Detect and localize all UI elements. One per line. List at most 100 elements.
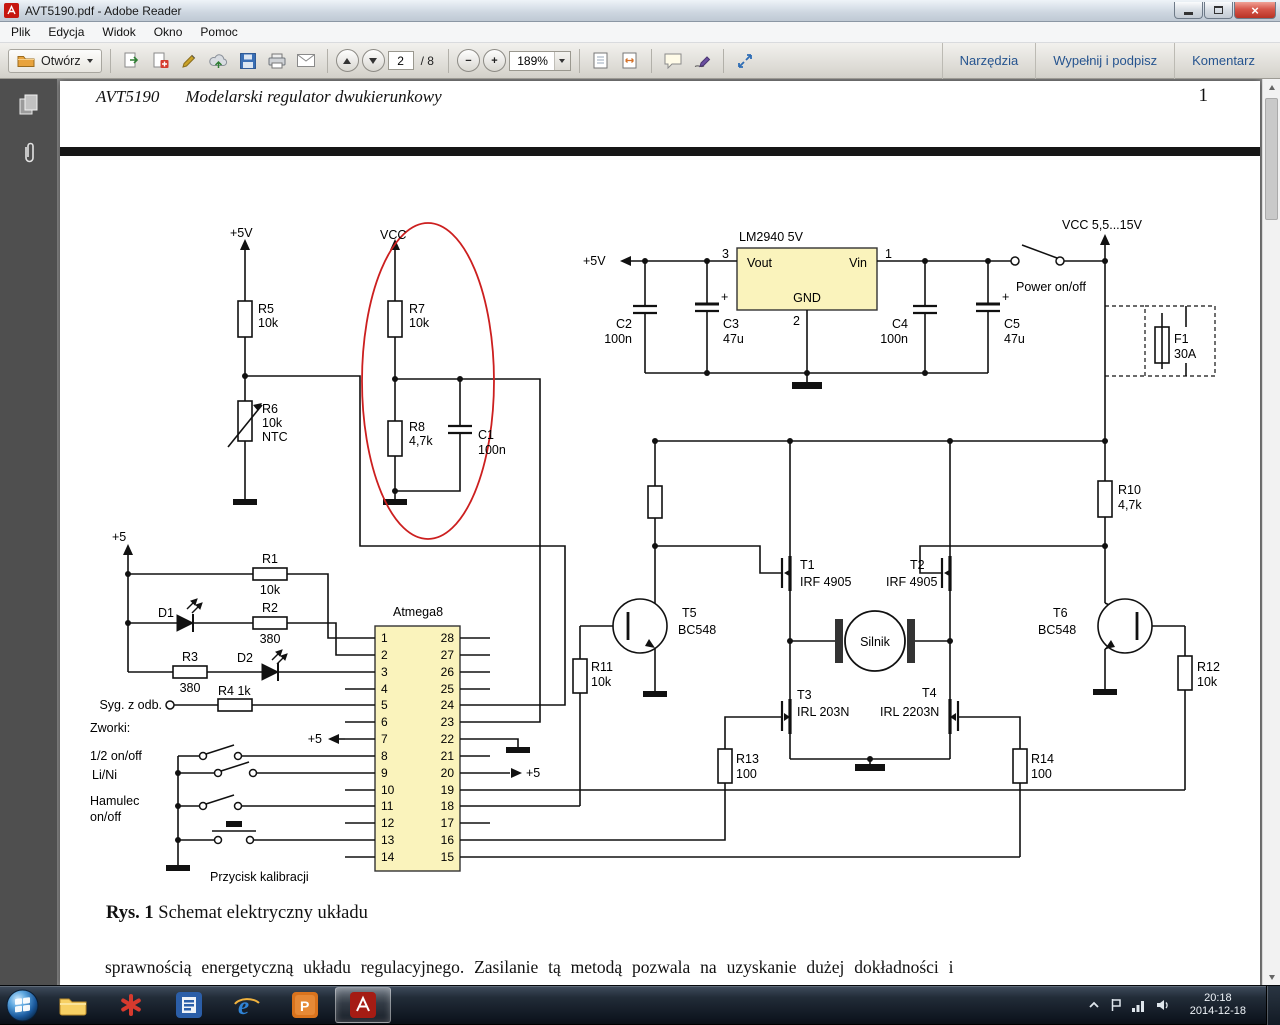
fit-page-button[interactable] <box>588 48 614 74</box>
fit-page-icon <box>593 52 608 69</box>
taskbar-clock[interactable]: 20:18 2014-12-18 <box>1180 992 1256 1018</box>
svg-text:Zworki:: Zworki: <box>90 721 130 735</box>
comment-tool-button[interactable] <box>660 48 686 74</box>
menu-widok[interactable]: Widok <box>93 23 144 41</box>
svg-text:R7: R7 <box>409 302 425 316</box>
taskbar-ie-button[interactable]: e <box>219 987 275 1023</box>
svg-text:13: 13 <box>381 833 395 847</box>
svg-text:25: 25 <box>441 682 455 696</box>
jumper-lini <box>213 768 223 778</box>
stamp-button[interactable] <box>177 48 203 74</box>
zoom-caret-button[interactable] <box>553 51 570 70</box>
fill-sign-pane-button[interactable]: Wypełnij i podpisz <box>1035 42 1174 79</box>
transistor-t5 <box>612 598 668 654</box>
svg-text:30A: 30A <box>1174 347 1197 361</box>
svg-text:4,7k: 4,7k <box>409 434 433 448</box>
led-d2 <box>261 663 280 681</box>
separator <box>326 48 328 73</box>
resistor-r4 <box>217 698 253 712</box>
show-hidden-icons-button[interactable] <box>1088 1000 1100 1010</box>
title-bar[interactable]: AVT5190.pdf - Adobe Reader × <box>0 0 1280 22</box>
maximize-button[interactable] <box>1204 2 1233 19</box>
minimize-button[interactable] <box>1174 2 1203 19</box>
svg-text:C2: C2 <box>616 317 632 331</box>
scroll-up-button[interactable] <box>1263 79 1280 96</box>
close-icon: × <box>1251 2 1259 18</box>
svg-text:9: 9 <box>381 766 388 780</box>
main-area: AVT5190 Modelarski regulator dwukierunkow… <box>0 79 1280 986</box>
start-button[interactable] <box>0 986 44 1025</box>
speech-bubble-icon <box>664 53 682 69</box>
action-center-button[interactable] <box>1110 998 1122 1012</box>
clock-date: 2014-12-18 <box>1189 1005 1246 1017</box>
zoom-value: 189% <box>517 53 548 68</box>
app-icon[interactable] <box>4 3 19 18</box>
scroll-down-button[interactable] <box>1263 969 1280 986</box>
adobe-reader-icon <box>350 992 376 1018</box>
save-button[interactable] <box>235 48 261 74</box>
svg-text:47u: 47u <box>1004 332 1025 346</box>
email-button[interactable] <box>293 48 319 74</box>
comment-pane-button[interactable]: Komentarz <box>1174 42 1272 79</box>
chevron-down-icon <box>559 58 566 63</box>
page-thumbnails-button[interactable] <box>13 89 45 121</box>
tools-pane-button[interactable]: Narzędzia <box>941 42 1036 79</box>
attachments-button[interactable] <box>13 137 45 169</box>
cloud-upload-icon <box>209 53 228 68</box>
menu-pomoc[interactable]: Pomoc <box>191 23 246 41</box>
svg-text:10k: 10k <box>258 316 279 330</box>
svg-text:GND: GND <box>793 291 821 305</box>
article-code: AVT5190 <box>96 87 160 106</box>
menu-okno[interactable]: Okno <box>145 23 192 41</box>
svg-text:1: 1 <box>381 631 388 645</box>
scrollbar-track[interactable] <box>1263 222 1280 969</box>
network-button[interactable] <box>1131 999 1146 1012</box>
separator <box>109 48 111 73</box>
blue-document-icon <box>176 992 202 1018</box>
svg-text:100: 100 <box>1031 767 1052 781</box>
svg-text:100n: 100n <box>880 332 908 346</box>
svg-text:T3: T3 <box>797 688 812 702</box>
svg-text:3: 3 <box>381 665 388 679</box>
taskbar-app5-button[interactable]: P <box>277 987 333 1023</box>
svg-text:10k: 10k <box>409 316 430 330</box>
sign-tool-button[interactable] <box>689 48 715 74</box>
export-pdf-button[interactable] <box>119 48 145 74</box>
taskbar-explorer-button[interactable] <box>45 987 101 1023</box>
document-area[interactable]: AVT5190 Modelarski regulator dwukierunkow… <box>57 79 1262 986</box>
previous-page-button[interactable] <box>335 49 359 72</box>
svg-text:12: 12 <box>381 816 395 830</box>
document-add-icon <box>153 52 169 68</box>
volume-button[interactable] <box>1156 999 1170 1011</box>
vertical-scrollbar[interactable] <box>1262 79 1280 986</box>
print-button[interactable] <box>264 48 290 74</box>
open-button[interactable]: Otwórz <box>8 48 102 73</box>
create-pdf-button[interactable] <box>148 48 174 74</box>
taskbar-app3-button[interactable] <box>161 987 217 1023</box>
send-file-button[interactable] <box>206 48 232 74</box>
svg-text:T4: T4 <box>922 686 937 700</box>
zoom-select[interactable]: 189% <box>508 50 571 71</box>
next-page-button[interactable] <box>361 49 385 72</box>
fit-width-button[interactable] <box>617 48 643 74</box>
svg-text:T2: T2 <box>910 558 925 572</box>
show-desktop-button[interactable] <box>1266 985 1280 1025</box>
zoom-out-button[interactable]: − <box>456 49 480 72</box>
system-tray: 20:18 2014-12-18 <box>1088 985 1280 1025</box>
scrollbar-thumb[interactable] <box>1265 98 1278 220</box>
svg-text:R12: R12 <box>1197 660 1220 674</box>
svg-text:Vin: Vin <box>849 256 867 270</box>
svg-text:4,7k: 4,7k <box>1118 498 1142 512</box>
page-number-input[interactable] <box>387 51 414 70</box>
menu-plik[interactable]: Plik <box>2 23 39 41</box>
reading-mode-button[interactable] <box>732 48 758 74</box>
page-thumbnails-icon <box>19 94 37 115</box>
close-button[interactable]: × <box>1234 2 1276 19</box>
maximize-icon <box>1214 6 1223 14</box>
menu-edycja[interactable]: Edycja <box>39 23 93 41</box>
internet-explorer-icon: e <box>234 993 260 1019</box>
taskbar-adobe-reader-button[interactable] <box>335 987 391 1023</box>
taskbar-app2-button[interactable] <box>103 987 159 1023</box>
svg-text:5: 5 <box>381 698 388 712</box>
zoom-in-button[interactable]: + <box>482 49 506 72</box>
